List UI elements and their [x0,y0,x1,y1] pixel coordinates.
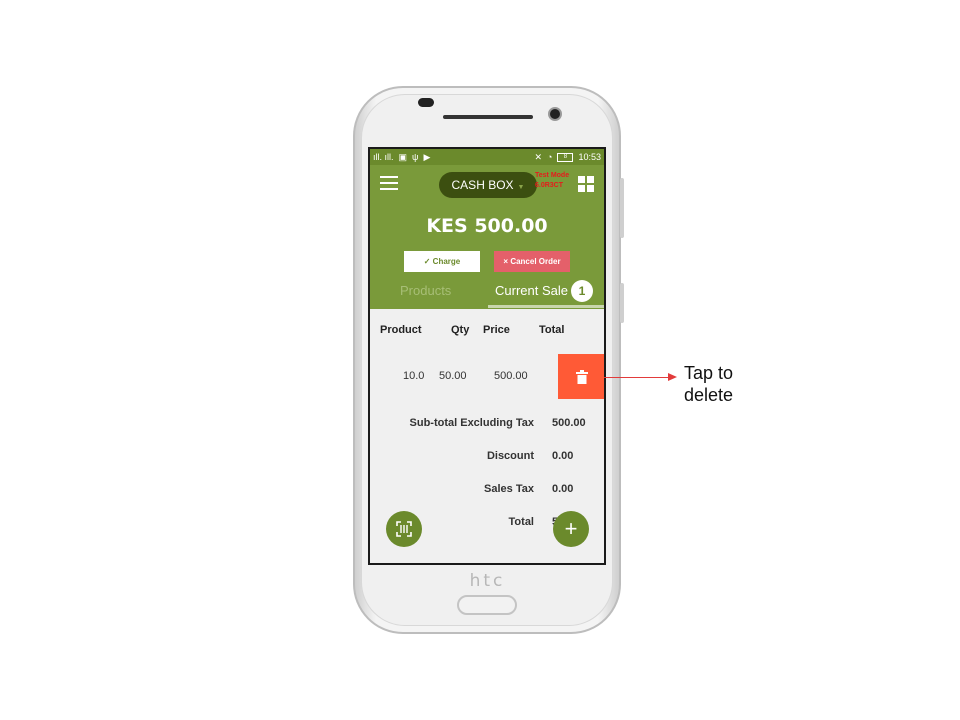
tab-current-sale[interactable]: Current Sale [495,283,568,298]
sale-summary-panel: KES 500.00 ✓ Charge × Cancel Order Produ… [370,203,604,309]
front-camera-icon [548,107,562,121]
sale-amount: KES 500.00 [426,215,548,237]
current-sale-count-badge: 1 [571,280,593,302]
sensor-dot [418,98,434,107]
sales-tax-label: Sales Tax [484,483,534,495]
tab-products[interactable]: Products [400,283,451,298]
status-time: 10:53 [578,152,601,162]
row-qty-value: 10.0 [403,370,425,382]
hamburger-menu-icon[interactable] [380,176,398,190]
cashbox-dropdown[interactable]: CASH BOX ▼ [439,172,537,198]
power-button [620,283,624,323]
volume-button [620,178,624,238]
grid-view-icon[interactable] [578,176,594,192]
delete-item-button[interactable] [558,354,604,399]
discount-value: 0.00 [552,450,574,462]
column-header-product: Product [380,324,422,336]
mute-icon: ✕ [534,151,543,162]
column-header-price: Price [483,324,510,336]
test-mode-label: Test Mode [535,172,570,179]
app-bar: CASH BOX ▼ Test Mode 6.0R3CT [370,165,604,203]
earpiece-speaker [443,115,533,119]
cancel-order-button[interactable]: × Cancel Order [494,251,570,272]
column-header-total: Total [539,324,565,336]
annotation-line-1: Tap to [684,363,734,383]
row-price-value: 50.00 [439,370,467,382]
annotation-line-2: delete [684,385,734,405]
signal-icon: ıll. ıll. [373,152,394,162]
status-bar: ıll. ıll. ▣ ψ ▶ ✕ ◔ 8 10:53 [370,149,604,165]
active-tab-indicator [488,305,604,308]
barcode-scan-button[interactable] [386,511,422,547]
usb-icon: ψ [412,152,419,162]
cashbox-label: CASH BOX [451,178,514,192]
arrow-right-icon [668,373,677,381]
image-icon: ▣ [398,151,408,162]
home-button[interactable] [457,595,517,615]
add-item-button[interactable]: + [553,511,589,547]
device-brand: htc [469,571,506,591]
row-total-value: 500.00 [494,370,528,382]
discount-label: Discount [486,450,534,462]
trash-icon [576,369,588,384]
test-mode-version: 6.0R3CT [535,182,564,189]
battery-icon: 8 [557,152,574,162]
sales-tax-value: 0.00 [552,483,574,495]
charge-button[interactable]: ✓ Charge [404,251,480,272]
column-header-qty: Qty [451,324,470,336]
wifi-icon: ◔ [547,152,553,162]
test-mode-indicator: Test Mode 6.0R3CT [535,171,569,191]
barcode-scan-icon [396,521,412,537]
annotation-text: Tap to delete [684,362,733,406]
play-store-icon: ▶ [423,151,431,162]
chevron-down-icon: ▼ [517,184,525,191]
phone-screen: ıll. ıll. ▣ ψ ▶ ✕ ◔ 8 10:53 CASH BOX ▼ Te… [368,147,606,565]
total-label: Total [508,516,534,528]
subtotal-value: 500.00 [552,417,586,429]
subtotal-label: Sub-total Excluding Tax [409,417,534,429]
annotation-arrow [604,377,670,378]
